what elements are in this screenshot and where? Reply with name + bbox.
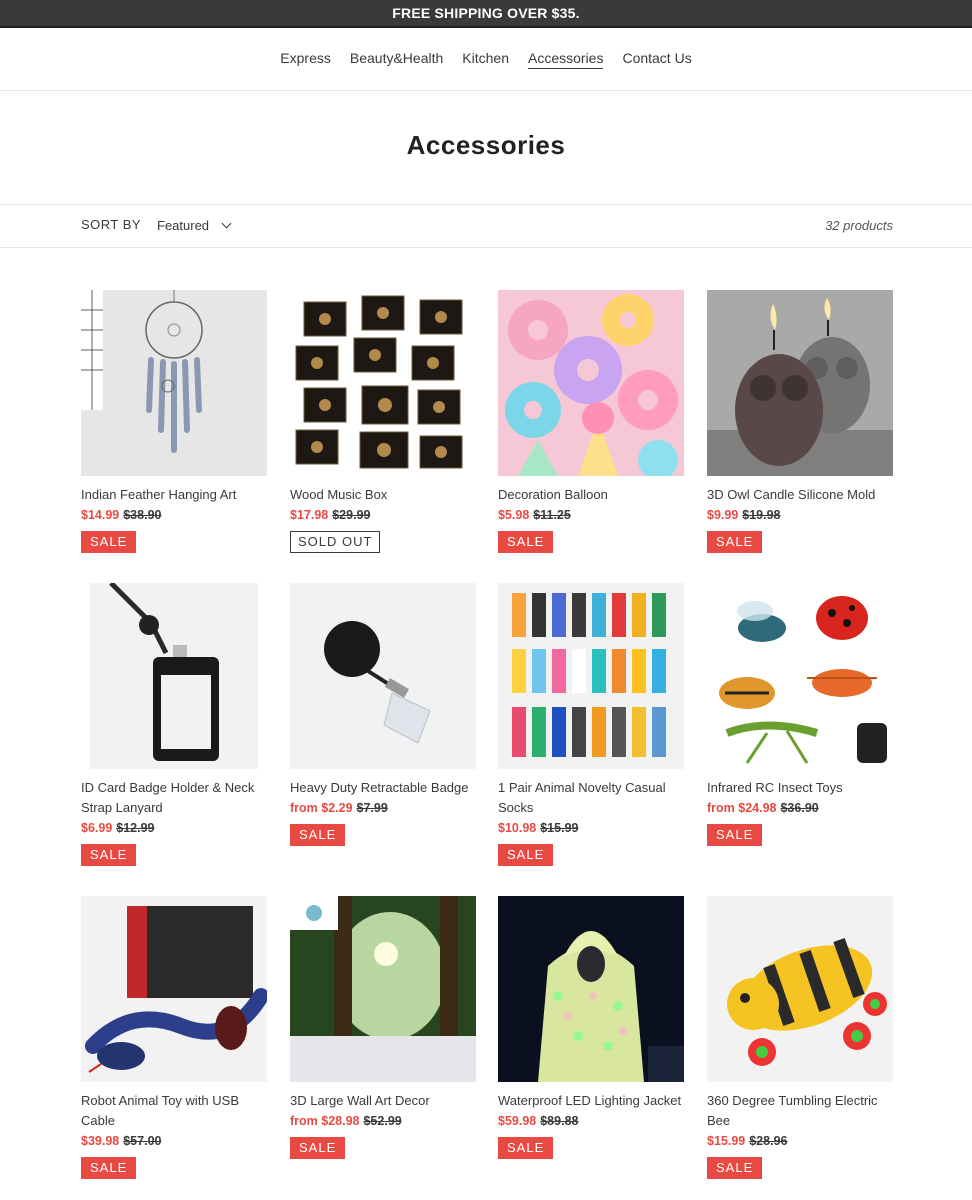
product-image[interactable] <box>290 583 476 769</box>
price-row: $5.98 $11.25 <box>498 505 684 525</box>
product-card[interactable]: Decoration Balloon $5.98 $11.25 SALE <box>498 290 684 553</box>
compare-price: $52.99 <box>363 1114 402 1128</box>
sale-badge: SALE <box>81 1157 137 1179</box>
product-card[interactable]: 360 Degree Tumbling Electric Bee $15.99 $… <box>707 896 893 1179</box>
product-image[interactable] <box>81 290 267 476</box>
price-row: $9.99 $19.98 <box>707 505 893 525</box>
product-card[interactable]: 1 Pair Animal Novelty Casual Socks $10.9… <box>498 583 684 866</box>
price-row: from $24.98 $36.90 <box>707 798 893 818</box>
product-title[interactable]: Infrared RC Insect Toys <box>707 778 893 798</box>
price-row: $10.98 $15.99 <box>498 818 684 838</box>
sold-out-badge: SOLD OUT <box>290 531 381 553</box>
compare-price: $36.90 <box>780 801 819 815</box>
sale-price: $14.99 <box>81 508 120 522</box>
product-image[interactable] <box>707 583 893 769</box>
product-card[interactable]: ID Card Badge Holder & Neck Strap Lanyar… <box>81 583 267 866</box>
sale-price: from $2.29 <box>290 801 353 815</box>
price-row: $59.98 $89.88 <box>498 1111 684 1131</box>
sale-price: $15.99 <box>707 1134 746 1148</box>
product-title[interactable]: 3D Large Wall Art Decor <box>290 1091 476 1111</box>
sale-price: $59.98 <box>498 1114 537 1128</box>
price-row: $15.99 $28.96 <box>707 1131 893 1151</box>
product-title[interactable]: ID Card Badge Holder & Neck Strap Lanyar… <box>81 778 267 818</box>
compare-price: $38.90 <box>123 508 162 522</box>
price-row: $14.99 $38.90 <box>81 505 267 525</box>
compare-price: $11.25 <box>533 508 571 522</box>
product-title[interactable]: 3D Owl Candle Silicone Mold <box>707 485 893 505</box>
sale-badge: SALE <box>290 824 346 846</box>
compare-price: $15.99 <box>540 821 579 835</box>
announcement-bar: FREE SHIPPING OVER $35. <box>0 0 972 28</box>
sale-price: $39.98 <box>81 1134 120 1148</box>
product-title[interactable]: 1 Pair Animal Novelty Casual Socks <box>498 778 684 818</box>
product-image[interactable] <box>498 290 684 476</box>
product-image[interactable] <box>707 290 893 476</box>
product-card[interactable]: Wood Music Box $17.98 $29.99 SOLD OUT <box>290 290 476 553</box>
sale-price: $10.98 <box>498 821 537 835</box>
nav-link-accessories[interactable]: Accessories <box>527 50 604 69</box>
nav-link-beauty-health[interactable]: Beauty&Health <box>350 50 443 68</box>
product-title[interactable]: Indian Feather Hanging Art <box>81 485 267 505</box>
price-row: from $2.29 $7.99 <box>290 798 476 818</box>
product-image[interactable] <box>81 896 267 1082</box>
main-nav: Express Beauty&Health Kitchen Accessorie… <box>0 28 972 91</box>
product-title[interactable]: Decoration Balloon <box>498 485 684 505</box>
page-title: Accessories <box>406 130 566 160</box>
sort-label: SORT BY <box>81 217 142 232</box>
compare-price: $7.99 <box>356 801 388 815</box>
nav-link-contact-us[interactable]: Contact Us <box>622 50 691 68</box>
compare-price: $19.98 <box>742 508 781 522</box>
product-card[interactable]: Indian Feather Hanging Art $14.99 $38.90 … <box>81 290 267 553</box>
product-card[interactable]: Infrared RC Insect Toys from $24.98 $36.9… <box>707 583 893 846</box>
product-card[interactable]: Waterproof LED Lighting Jacket $59.98 $89… <box>498 896 684 1159</box>
compare-price: $57.00 <box>123 1134 162 1148</box>
product-card[interactable]: 3D Large Wall Art Decor from $28.98 $52.9… <box>290 896 476 1159</box>
compare-price: $89.88 <box>540 1114 579 1128</box>
collection-filters: SORT BY Featured 32 products <box>0 204 972 248</box>
product-image[interactable] <box>290 290 476 476</box>
compare-price: $29.99 <box>332 508 371 522</box>
sale-badge: SALE <box>707 531 763 553</box>
sort-select[interactable]: Featured <box>157 218 232 233</box>
nav-link-kitchen[interactable]: Kitchen <box>462 50 509 68</box>
price-row: $39.98 $57.00 <box>81 1131 267 1151</box>
sale-price: $5.98 <box>498 508 530 522</box>
sort-value: Featured <box>157 218 210 233</box>
sale-badge: SALE <box>290 1137 346 1159</box>
product-image[interactable] <box>81 583 267 769</box>
sale-badge: SALE <box>498 844 554 866</box>
product-title[interactable]: 360 Degree Tumbling Electric Bee <box>707 1091 893 1131</box>
product-title[interactable]: Heavy Duty Retractable Badge <box>290 778 476 798</box>
product-card[interactable]: Heavy Duty Retractable Badge from $2.29 $… <box>290 583 476 846</box>
sale-price: from $28.98 <box>290 1114 360 1128</box>
sale-badge: SALE <box>707 824 763 846</box>
sale-price: $6.99 <box>81 821 113 835</box>
product-title[interactable]: Robot Animal Toy with USB Cable <box>81 1091 267 1131</box>
sale-price: $9.99 <box>707 508 739 522</box>
sale-price: $17.98 <box>290 508 329 522</box>
sale-badge: SALE <box>81 531 137 553</box>
price-row: $6.99 $12.99 <box>81 818 267 838</box>
compare-price: $28.96 <box>749 1134 788 1148</box>
product-count: 32 products <box>825 218 893 233</box>
product-title[interactable]: Waterproof LED Lighting Jacket <box>498 1091 684 1111</box>
price-row: $17.98 $29.99 <box>290 505 476 525</box>
sale-badge: SALE <box>498 531 554 553</box>
announcement-text: FREE SHIPPING OVER $35. <box>392 5 580 21</box>
product-image[interactable] <box>290 896 476 1082</box>
sale-badge: SALE <box>707 1157 763 1179</box>
compare-price: $12.99 <box>116 821 155 835</box>
product-card[interactable]: Robot Animal Toy with USB Cable $39.98 $5… <box>81 896 267 1179</box>
price-row: from $28.98 $52.99 <box>290 1111 476 1131</box>
chevron-down-icon <box>221 218 232 229</box>
nav-link-express[interactable]: Express <box>280 50 331 68</box>
sale-price: from $24.98 <box>707 801 777 815</box>
product-title[interactable]: Wood Music Box <box>290 485 476 505</box>
product-card[interactable]: 3D Owl Candle Silicone Mold $9.99 $19.98 … <box>707 290 893 553</box>
sale-badge: SALE <box>81 844 137 866</box>
product-image[interactable] <box>707 896 893 1082</box>
product-image[interactable] <box>498 583 684 769</box>
sale-badge: SALE <box>498 1137 554 1159</box>
product-image[interactable] <box>498 896 684 1082</box>
